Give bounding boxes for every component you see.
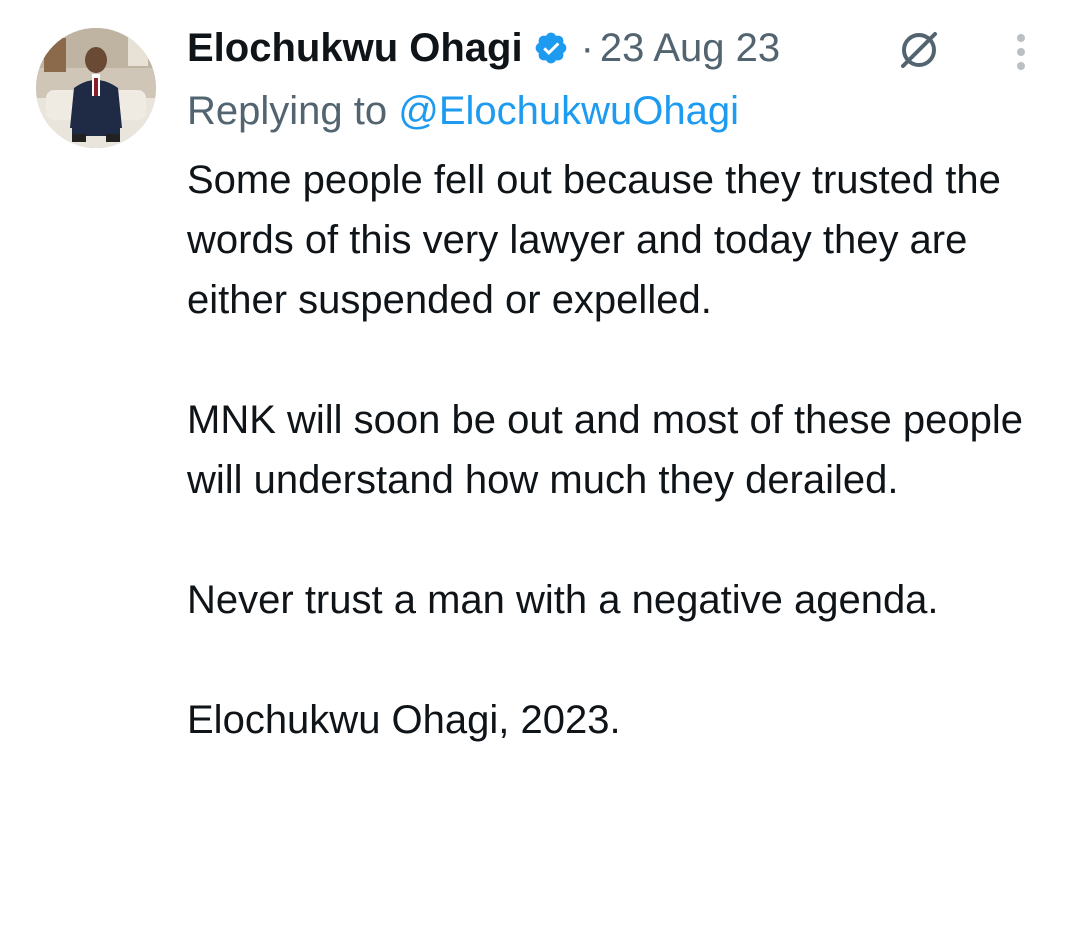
tweet-paragraph-1: Some people fell out because they truste… <box>187 158 1001 322</box>
tweet-text: Some people fell out because they truste… <box>187 150 1047 750</box>
tweet-paragraph-3: Never trust a man with a negative agenda… <box>187 578 939 622</box>
tweet[interactable]: Elochukwu Ohagi · 23 Aug 23 Replying to … <box>0 0 1080 942</box>
more-options-button[interactable] <box>1003 30 1039 74</box>
avatar[interactable] <box>36 28 156 148</box>
tweet-content: Elochukwu Ohagi · 23 Aug 23 Replying to … <box>187 22 1047 750</box>
grok-button[interactable] <box>895 26 943 74</box>
tweet-paragraph-2: MNK will soon be out and most of these p… <box>187 398 1024 502</box>
more-vertical-icon <box>1017 34 1025 70</box>
grok-icon <box>901 32 937 68</box>
replying-to-label: Replying to <box>187 89 399 133</box>
replying-to-handle[interactable]: @ElochukwuOhagi <box>398 89 739 133</box>
header-separator: · <box>580 25 594 70</box>
display-name[interactable]: Elochukwu Ohagi <box>187 26 523 71</box>
tweet-paragraph-4: Elochukwu Ohagi, 2023. <box>187 698 621 742</box>
replying-to: Replying to @ElochukwuOhagi <box>187 86 1047 136</box>
tweet-date[interactable]: 23 Aug 23 <box>600 26 780 71</box>
verified-badge-icon[interactable] <box>533 30 569 66</box>
avatar-image <box>36 28 156 148</box>
